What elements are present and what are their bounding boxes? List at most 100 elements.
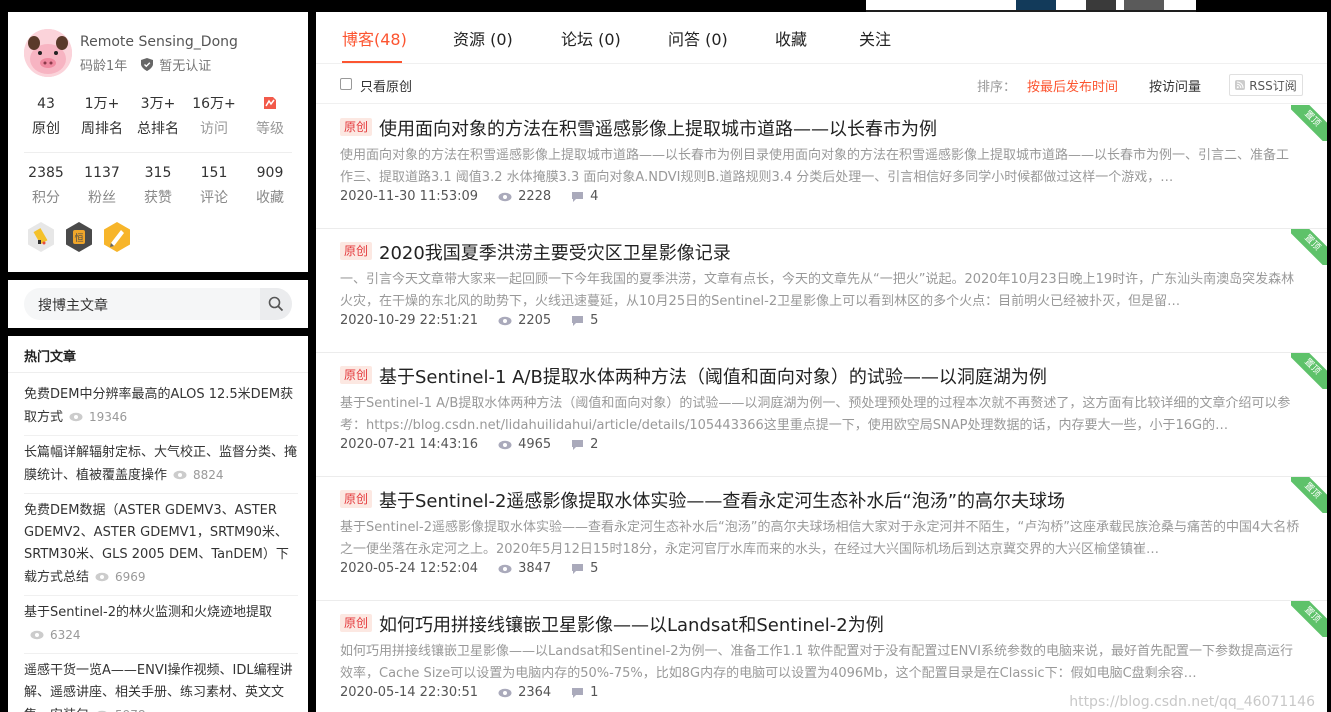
pencil-badge-icon[interactable] [25, 221, 57, 253]
tab-blog[interactable]: 博客(48) [342, 26, 407, 50]
article-item[interactable]: 置顶 原创 基于Sentinel-1 A/B提取水体两种方法（阈值和面向对象）的… [316, 353, 1327, 477]
article-item[interactable]: 置顶 原创 如何巧用拼接线镶嵌卫星影像——以Landsat和Sentinel-2… [316, 601, 1327, 712]
article-views: 3847 [498, 561, 551, 576]
view-count: 6324 [50, 628, 81, 642]
level-badge [242, 94, 298, 114]
article-title[interactable]: 如何巧用拼接线镶嵌卫星影像——以Landsat和Sentinel-2为例 [379, 611, 884, 637]
hot-articles-list: 免费DEM中分辨率最高的ALOS 12.5米DEM获取方式 19346 长篇幅详解… [24, 378, 298, 712]
view-count: 2228 [518, 189, 552, 204]
article-meta: 2020-11-30 11:53:09 2228 4 [340, 189, 598, 204]
original-tag: 原创 [340, 490, 372, 508]
perseverance-badge-icon[interactable]: 恒 [63, 221, 95, 253]
top-strip [866, 0, 1196, 12]
article-title[interactable]: 基于Sentinel-1 A/B提取水体两种方法（阈值和面向对象）的试验——以洞… [379, 363, 1047, 389]
eye-icon [498, 316, 512, 325]
eye-icon [498, 440, 512, 449]
stat-label: 周排名 [81, 121, 123, 137]
tab-qa[interactable]: 问答 (0) [668, 26, 728, 50]
comment-icon [572, 687, 584, 698]
strip-segment [1016, 0, 1056, 10]
article-meta: 2020-05-14 22:30:51 2364 1 [340, 685, 598, 700]
view-count: 4965 [518, 437, 552, 452]
stat-total-rank[interactable]: 3万+ 总排名 [130, 94, 186, 138]
pinned-label: 置顶 [1291, 353, 1327, 389]
shield-icon [141, 58, 154, 71]
pinned-ribbon: 置顶 [1291, 105, 1327, 141]
hot-article-title[interactable]: 遥感干货一览A——ENVI操作视频、IDL编程讲解、遥感讲座、相关手册、练习素材… [24, 663, 293, 712]
tab-resources[interactable]: 资源 (0) [453, 26, 513, 50]
only-original-label[interactable]: 只看原创 [360, 76, 412, 95]
strip-segment [1124, 0, 1164, 10]
search-card: 搜博主文章 [8, 280, 308, 328]
search-input[interactable]: 搜博主文章 [24, 288, 292, 320]
article-date: 2020-05-14 22:30:51 [340, 685, 479, 700]
article-item[interactable]: 置顶 原创 2020我国夏季洪涝主要受灾区卫星影像记录 一、引言今天文章带大家来… [316, 229, 1327, 353]
article-item[interactable]: 置顶 原创 基于Sentinel-2遥感影像提取水体实验——查看永定河生态补水后… [316, 477, 1327, 601]
comment-icon [572, 563, 584, 574]
stat-label: 收藏 [256, 190, 284, 206]
article-comments: 5 [571, 561, 598, 576]
watermark: https://blog.csdn.net/qq_46071146 [1069, 694, 1315, 710]
eye-icon [30, 630, 44, 640]
article-item[interactable]: 置顶 原创 使用面向对象的方法在积雪遥感影像上提取城市道路——以长春市为例 使用… [316, 105, 1327, 229]
hot-article-title[interactable]: 基于Sentinel-2的林火监测和火烧迹地提取 [24, 605, 272, 620]
article-title[interactable]: 基于Sentinel-2遥感影像提取水体实验——查看永定河生态补水后“泡汤”的高… [379, 487, 1065, 513]
rss-icon [1235, 80, 1246, 90]
stat-value: 43 [37, 96, 55, 112]
pinned-label: 置顶 [1291, 229, 1327, 265]
stat-label: 总排名 [137, 121, 179, 137]
pinned-label: 置顶 [1291, 477, 1327, 513]
hot-article-item[interactable]: 基于Sentinel-2的林火监测和火烧迹地提取 6324 [24, 596, 298, 654]
hot-article-title[interactable]: 免费DEM数据（ASTER GDEMV3、ASTER GDEMV2、ASTER … [24, 503, 289, 585]
hot-article-item[interactable]: 长篇幅详解辐射定标、大气校正、监督分类、掩膜统计、植被覆盖度操作 8824 [24, 436, 298, 494]
stat-original[interactable]: 43 原创 [18, 94, 74, 138]
stat-value: 2385 [28, 165, 64, 181]
stat-label: 等级 [256, 121, 284, 137]
view-count: 19346 [89, 410, 128, 424]
stat-visits: 16万+ 访问 [186, 94, 242, 138]
hot-article-item[interactable]: 免费DEM数据（ASTER GDEMV3、ASTER GDEMV2、ASTER … [24, 494, 298, 596]
stat-favorites: 909 收藏 [242, 163, 298, 207]
stat-label: 原创 [32, 121, 60, 137]
article-comments: 4 [571, 189, 598, 204]
article-comments: 2 [571, 437, 598, 452]
hot-article-title[interactable]: 长篇幅详解辐射定标、大气校正、监督分类、掩膜统计、植被覆盖度操作 [24, 445, 297, 483]
article-comments: 1 [571, 685, 598, 700]
hot-article-item[interactable]: 免费DEM中分辨率最高的ALOS 12.5米DEM获取方式 19346 [24, 378, 298, 436]
filter-bar: 只看原创 排序： 按最后发布时间 按访问量 RSS订阅 [316, 64, 1327, 104]
stat-level[interactable]: 等级 [242, 94, 298, 138]
stat-label: 获赞 [144, 190, 172, 206]
pinned-label: 置顶 [1291, 105, 1327, 141]
divider [8, 372, 308, 373]
search-button[interactable] [260, 288, 292, 320]
hot-article-title[interactable]: 免费DEM中分辨率最高的ALOS 12.5米DEM获取方式 [24, 387, 293, 425]
tab-forum[interactable]: 论坛 (0) [561, 26, 621, 50]
comment-icon [572, 439, 584, 450]
tab-follow[interactable]: 关注 [859, 26, 891, 50]
stat-value: 1137 [84, 165, 120, 181]
article-title[interactable]: 使用面向对象的方法在积雪遥感影像上提取城市道路——以长春市为例 [379, 115, 937, 141]
stat-label: 评论 [200, 190, 228, 206]
pig-avatar-icon [24, 29, 72, 77]
stat-fans[interactable]: 1137 粉丝 [74, 163, 130, 207]
article-title[interactable]: 2020我国夏季洪涝主要受灾区卫星影像记录 [379, 239, 731, 265]
avatar[interactable] [24, 29, 72, 77]
only-original-checkbox[interactable] [340, 78, 352, 90]
rss-label: RSS订阅 [1249, 78, 1297, 93]
hot-article-views: 8824 [173, 468, 224, 482]
sort-by-time-link[interactable]: 按最后发布时间 [1027, 76, 1118, 95]
hot-article-item[interactable]: 遥感干货一览A——ENVI操作视频、IDL编程讲解、遥感讲座、相关手册、练习素材… [24, 654, 298, 712]
eye-icon [498, 564, 512, 573]
article-date: 2020-10-29 22:51:21 [340, 313, 479, 328]
stat-week-rank[interactable]: 1万+ 周排名 [74, 94, 130, 138]
strip-segment [1086, 0, 1116, 10]
hot-article-views: 6324 [30, 628, 81, 642]
comment-icon [572, 191, 584, 202]
tab-favorites[interactable]: 收藏 [775, 26, 807, 50]
rss-button[interactable]: RSS订阅 [1229, 74, 1303, 96]
user-name[interactable]: Remote Sensing_Dong [80, 34, 238, 50]
pen-badge-icon[interactable] [101, 221, 133, 253]
sort-by-visits-link[interactable]: 按访问量 [1149, 76, 1201, 95]
eye-icon [498, 192, 512, 201]
article-date: 2020-11-30 11:53:09 [340, 189, 479, 204]
